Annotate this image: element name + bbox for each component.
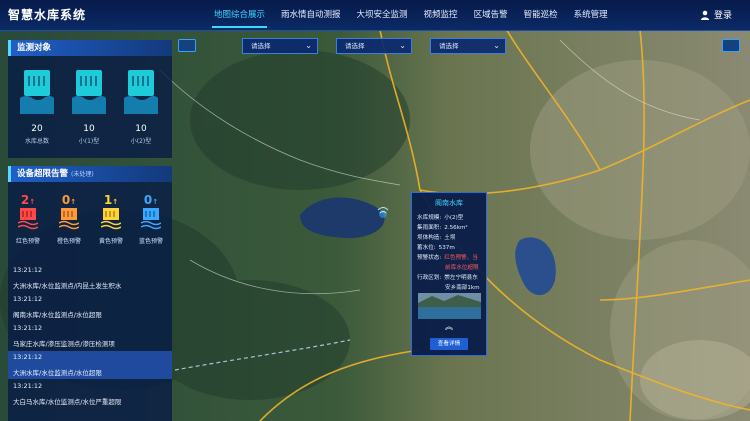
region-select-3[interactable]: 请选择 ⌄: [430, 38, 506, 54]
popup-row-area: 集雨面积: 2.56km²: [417, 225, 468, 231]
reservoir-small1-label: 小(1)型: [78, 138, 100, 145]
alarm-log-item-selected[interactable]: 13:21:12 大洲水库/水位监测点/水位超限: [8, 351, 172, 379]
nav-dam-safety[interactable]: 大坝安全监测: [357, 0, 408, 30]
app-title: 智慧水库系统: [8, 8, 87, 22]
log-text: 大洲水库/水位监测点/内昆土发生积水: [13, 282, 122, 290]
chevron-up-icon[interactable]: ︽: [445, 321, 453, 332]
popup-row-warning-cont: 前库水位超限: [445, 265, 479, 271]
arrow-up-icon: ↑: [112, 198, 119, 206]
top-header: 智慧水库系统 地图综合展示 雨水情自动测报 大坝安全监测 视频监控 区域告警 智…: [0, 0, 750, 31]
region-select-1[interactable]: 请选择 ⌄: [242, 38, 318, 54]
collapse-left-button[interactable]: [178, 39, 196, 52]
log-time: 13:21:12: [13, 295, 43, 303]
alarm-log-item[interactable]: 13:21:12 马家庄水库/渗压监测点/渗压检测项: [8, 322, 172, 350]
reservoir-total-count: 20: [31, 124, 43, 134]
select-3-value: 请选择: [439, 42, 459, 50]
log-time: 13:21:12: [13, 382, 43, 390]
red-alarm-icon: [17, 208, 39, 230]
alarm-orange[interactable]: 0↑ 橙色预警: [54, 193, 84, 245]
alarm-log-item[interactable]: 13:21:12 阁南水库/水位监测点/水位超限: [8, 293, 172, 321]
reservoir-small2-label: 小(2)型: [130, 138, 152, 145]
alarm-yellow-count: 1: [103, 193, 113, 207]
collapse-right-button[interactable]: [722, 39, 740, 52]
reservoir-icon: [72, 70, 106, 114]
alarm-orange-label: 橙色预警: [56, 238, 81, 245]
alarm-red-count: 2: [20, 193, 30, 207]
nav-video-monitoring[interactable]: 视频监控: [424, 0, 458, 30]
arrow-up-icon: ↑: [152, 198, 159, 206]
monitor-title-text: 监测对象: [17, 43, 52, 53]
reservoir-small1-card: 10 小(1)型: [69, 70, 109, 145]
nav-regional-alert[interactable]: 区域告警: [474, 0, 508, 30]
alarm-yellow-label: 黄色预警: [98, 238, 123, 245]
log-text: 阁南水库/水位监测点/水位超限: [13, 311, 102, 319]
arrow-up-icon: ↑: [29, 198, 36, 206]
reservoir-icon: [20, 70, 54, 114]
reservoir-icon: [124, 70, 158, 114]
popup-row-warning: 预警状态: 红色预警、当: [417, 255, 478, 261]
alarm-red[interactable]: 2↑ 红色预警: [13, 193, 43, 245]
select-1-value: 请选择: [251, 42, 271, 50]
reservoir-total-label: 水库总数: [24, 138, 49, 145]
log-text: 马家庄水库/渗压监测点/渗压检测项: [13, 340, 115, 348]
alarm-blue-count: 0: [143, 193, 153, 207]
main-nav: 地图综合展示 雨水情自动测报 大坝安全监测 视频监控 区域告警 智能巡检 系统管…: [211, 0, 624, 30]
arrow-up-icon: ↑: [70, 198, 77, 206]
alarm-log-item[interactable]: 13:21:12 大白马水库/水位监测点/水位严重超限: [8, 380, 172, 408]
nav-map-overview[interactable]: 地图综合展示: [211, 0, 268, 30]
nav-rain-monitoring[interactable]: 雨水情自动测报: [281, 0, 341, 30]
nav-smart-patrol[interactable]: 智能巡检: [524, 0, 558, 30]
log-time: 13:21:12: [13, 266, 43, 274]
alarm-subtitle: (未处理): [71, 171, 94, 178]
user-icon: [700, 10, 710, 20]
blue-alarm-icon: [140, 208, 162, 230]
login-button[interactable]: 登录: [700, 8, 732, 21]
nav-system-management[interactable]: 系统管理: [574, 0, 608, 30]
reservoir-info-popup: 阁南水库 水库规模: 小(2)型 集雨面积: 2.56km² 坝体构造: 土坝 蓄水位…: [411, 192, 487, 356]
monitor-panel-title: 监测对象: [8, 40, 172, 56]
alarm-title-text: 设备超限告警: [17, 169, 69, 179]
alarm-panel-title: 设备超限告警 (未处理): [8, 166, 172, 182]
chevron-down-icon: ⌄: [493, 41, 500, 50]
popup-row-district-cont: 安乡南部1km: [445, 285, 480, 291]
alarm-log-item[interactable]: 13:21:12 大洲水库/水位监测点/内昆土发生积水: [8, 264, 172, 292]
reservoir-photo: [418, 293, 481, 319]
reservoir-small2-count: 10: [135, 124, 147, 134]
popup-row-scale: 水库规模: 小(2)型: [417, 215, 464, 221]
log-time: 13:21:12: [13, 353, 43, 361]
popup-title: 阁南水库: [435, 199, 463, 207]
login-label: 登录: [714, 11, 733, 21]
select-2-value: 请选择: [345, 42, 365, 50]
reservoir-total-card: 20 水库总数: [17, 70, 57, 145]
reservoir-small2-card: 10 小(2)型: [121, 70, 161, 145]
popup-row-water-level: 蓄水位: 537m: [417, 245, 455, 251]
chevron-down-icon: ⌄: [305, 41, 312, 50]
popup-row-district: 行政区划: 崇左宁明县东: [417, 275, 478, 281]
log-text: 大白马水库/水位监测点/水位严重超限: [13, 398, 122, 406]
view-details-button[interactable]: 查看详情: [430, 338, 468, 350]
log-text: 大洲水库/水位监测点/水位超限: [13, 369, 102, 377]
alarm-red-label: 红色预警: [15, 238, 40, 245]
yellow-alarm-icon: [100, 208, 122, 230]
popup-row-structure: 坝体构造: 土坝: [417, 235, 456, 241]
log-time: 13:21:12: [13, 324, 43, 332]
alarm-yellow[interactable]: 1↑ 黄色预警: [96, 193, 126, 245]
alarm-blue[interactable]: 0↑ 蓝色预警: [136, 193, 166, 245]
reservoir-small1-count: 10: [83, 124, 95, 134]
chevron-down-icon: ⌄: [399, 41, 406, 50]
orange-alarm-icon: [58, 208, 80, 230]
alarm-blue-label: 蓝色预警: [138, 238, 163, 245]
region-select-2[interactable]: 请选择 ⌄: [336, 38, 412, 54]
alarm-orange-count: 0: [61, 193, 71, 207]
